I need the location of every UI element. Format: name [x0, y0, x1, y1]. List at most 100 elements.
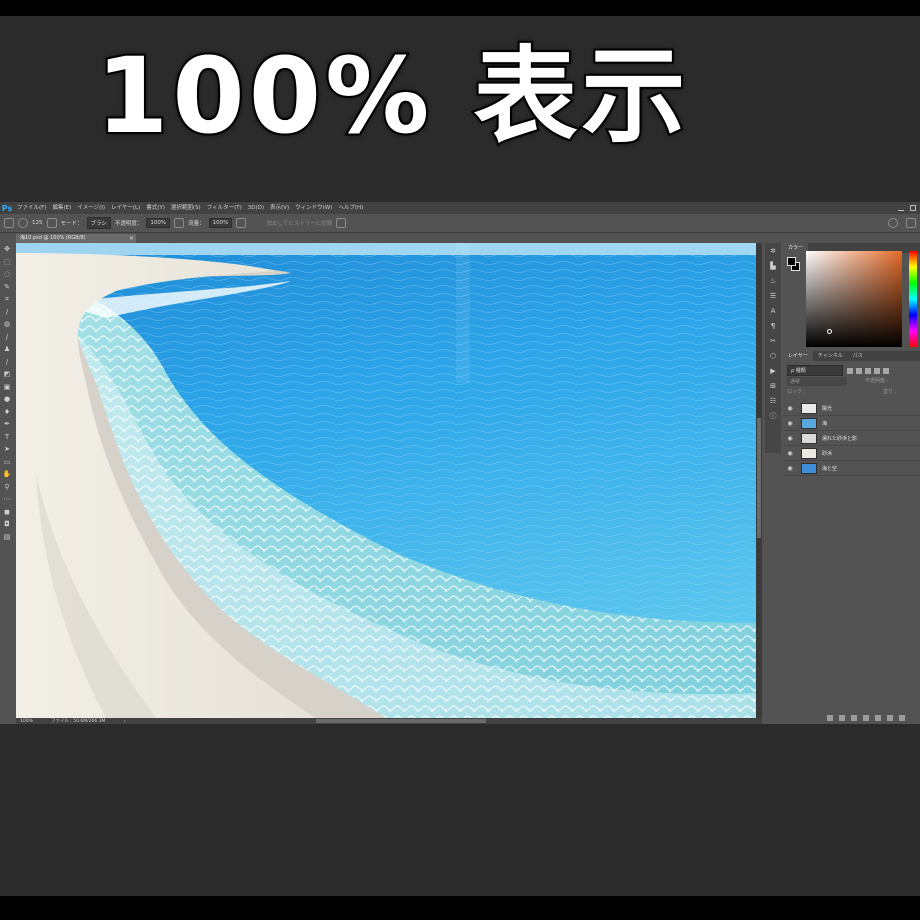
character-icon[interactable]: A: [765, 303, 781, 318]
3d-icon[interactable]: ⬡: [765, 348, 781, 363]
search-icon[interactable]: [888, 218, 898, 228]
trash-icon[interactable]: [899, 715, 905, 721]
menu-3d[interactable]: 3D(D): [245, 202, 267, 214]
adjustment-layer-icon[interactable]: [863, 715, 869, 721]
menu-layer[interactable]: レイヤー(L): [108, 202, 143, 214]
layer-row[interactable]: ◉ 海と空: [783, 461, 920, 476]
workspace-icon[interactable]: [906, 218, 916, 228]
mode-select[interactable]: ブラシ: [86, 217, 111, 229]
visibility-eye-icon[interactable]: ◉: [783, 405, 797, 412]
hue-slider[interactable]: [909, 251, 917, 347]
notes-icon[interactable]: ⓘ: [765, 408, 781, 423]
brush-tool-icon[interactable]: ∕: [0, 331, 14, 344]
pressure-opacity-icon[interactable]: [174, 218, 185, 228]
new-layer-icon[interactable]: [887, 715, 893, 721]
properties-icon[interactable]: ☰: [765, 288, 781, 303]
layer-style-icon[interactable]: [839, 715, 845, 721]
tab-channels[interactable]: チャンネル: [813, 351, 848, 361]
healing-tool-icon[interactable]: ◍: [0, 318, 14, 331]
visibility-eye-icon[interactable]: ◉: [783, 450, 797, 457]
menu-filter[interactable]: フィルター(T): [204, 202, 245, 214]
quick-select-tool-icon[interactable]: ✎: [0, 281, 14, 294]
eraser-tool-icon[interactable]: ◩: [0, 368, 14, 381]
erase-to-history-checkbox[interactable]: 消去してヒストリーに記録: [266, 219, 332, 227]
tab-layers[interactable]: レイヤー: [783, 351, 813, 361]
menu-help[interactable]: ヘルプ(H): [335, 202, 366, 214]
crop-tool-icon[interactable]: ⌗: [0, 293, 14, 306]
brush-panel-icon[interactable]: [46, 218, 57, 228]
document-canvas[interactable]: [16, 243, 756, 718]
flow-field[interactable]: 100%: [208, 218, 233, 228]
history-brush-tool-icon[interactable]: ∕: [0, 356, 14, 369]
pen-tool-icon[interactable]: ✒: [0, 418, 14, 431]
visibility-eye-icon[interactable]: ◉: [783, 420, 797, 427]
path-select-tool-icon[interactable]: ➤: [0, 443, 14, 456]
new-group-icon[interactable]: [875, 715, 881, 721]
menu-image[interactable]: イメージ(I): [74, 202, 108, 214]
link-layers-icon[interactable]: [827, 715, 833, 721]
pixel-filter-icon[interactable]: [847, 367, 853, 374]
hand-tool-icon[interactable]: ✋: [0, 468, 14, 481]
maximize-icon[interactable]: [910, 205, 916, 211]
menu-file[interactable]: ファイル(F): [14, 202, 49, 214]
close-icon[interactable]: ×: [129, 234, 134, 243]
vertical-scrollbar[interactable]: [756, 243, 762, 718]
info-icon[interactable]: ⊞: [765, 378, 781, 393]
fg-bg-swatches[interactable]: [787, 257, 801, 275]
layer-filter-select[interactable]: ρ 種類: [787, 365, 843, 376]
document-tab[interactable]: 海10.psd @ 100% (RGB/8) ×: [16, 234, 136, 243]
menu-type[interactable]: 書式(Y): [143, 202, 168, 214]
color-picker-handle[interactable]: [827, 329, 832, 334]
lasso-tool-icon[interactable]: ◌: [0, 268, 14, 281]
adjust-icon[interactable]: ✲: [765, 243, 781, 258]
layer-row[interactable]: ◉ 陽光: [783, 401, 920, 416]
horizontal-scroll-thumb[interactable]: [316, 719, 486, 723]
actions-icon[interactable]: ▶: [765, 363, 781, 378]
tab-paths[interactable]: パス: [848, 351, 868, 361]
status-arrow[interactable]: ›: [123, 719, 125, 724]
zoom-level[interactable]: 100%: [20, 719, 33, 724]
blend-mode-select[interactable]: 通常: [787, 377, 847, 386]
foreground-color-swatch[interactable]: [787, 257, 796, 266]
visibility-eye-icon[interactable]: ◉: [783, 465, 797, 472]
menu-window[interactable]: ウィンドウ(W): [292, 202, 335, 214]
layer-row[interactable]: ◉ 濡れた砂浜と影: [783, 431, 920, 446]
marquee-tool-icon[interactable]: ⬚: [0, 256, 14, 269]
airbrush-icon[interactable]: [236, 218, 247, 228]
type-filter-icon[interactable]: [865, 367, 871, 374]
brush-settings-icon[interactable]: ♨: [765, 273, 781, 288]
visibility-eye-icon[interactable]: ◉: [783, 435, 797, 442]
eraser-tool-icon[interactable]: [4, 218, 14, 228]
stamp-tool-icon[interactable]: ♟: [0, 343, 14, 356]
brush-preset-icon[interactable]: [18, 218, 28, 228]
quick-mask-icon[interactable]: ◘: [0, 518, 14, 531]
more-tools-icon[interactable]: ⋯: [0, 493, 14, 506]
histogram-icon[interactable]: ▙: [765, 258, 781, 273]
layer-row[interactable]: ◉ 砂浜: [783, 446, 920, 461]
menu-edit[interactable]: 編集(E): [49, 202, 74, 214]
move-tool-icon[interactable]: ✥: [0, 243, 14, 256]
gradient-tool-icon[interactable]: ▣: [0, 381, 14, 394]
shape-tool-icon[interactable]: ▭: [0, 456, 14, 469]
tab-color[interactable]: カラー: [783, 243, 809, 253]
blur-tool-icon[interactable]: ●: [0, 393, 14, 406]
screen-mode-icon[interactable]: ▤: [0, 531, 14, 544]
pressure-size-icon[interactable]: [336, 218, 347, 228]
layer-row[interactable]: ◉ 海: [783, 416, 920, 431]
zoom-tool-icon[interactable]: ⚲: [0, 481, 14, 494]
add-mask-icon[interactable]: [851, 715, 857, 721]
menu-select[interactable]: 選択範囲(S): [168, 202, 204, 214]
adjustment-filter-icon[interactable]: [856, 367, 862, 374]
vertical-scroll-thumb[interactable]: [757, 418, 761, 538]
menu-view[interactable]: 表示(V): [267, 202, 292, 214]
minimize-icon[interactable]: [898, 205, 904, 211]
dodge-tool-icon[interactable]: ♦: [0, 406, 14, 419]
tool-presets-icon[interactable]: ✂: [765, 333, 781, 348]
shape-filter-icon[interactable]: [874, 367, 880, 374]
layer-comps-icon[interactable]: ☷: [765, 393, 781, 408]
eyedropper-tool-icon[interactable]: ∕: [0, 306, 14, 319]
type-tool-icon[interactable]: T: [0, 431, 14, 444]
opacity-field[interactable]: 100%: [146, 218, 171, 228]
paragraph-icon[interactable]: ¶: [765, 318, 781, 333]
color-swatch-icon[interactable]: ◼: [0, 506, 14, 519]
